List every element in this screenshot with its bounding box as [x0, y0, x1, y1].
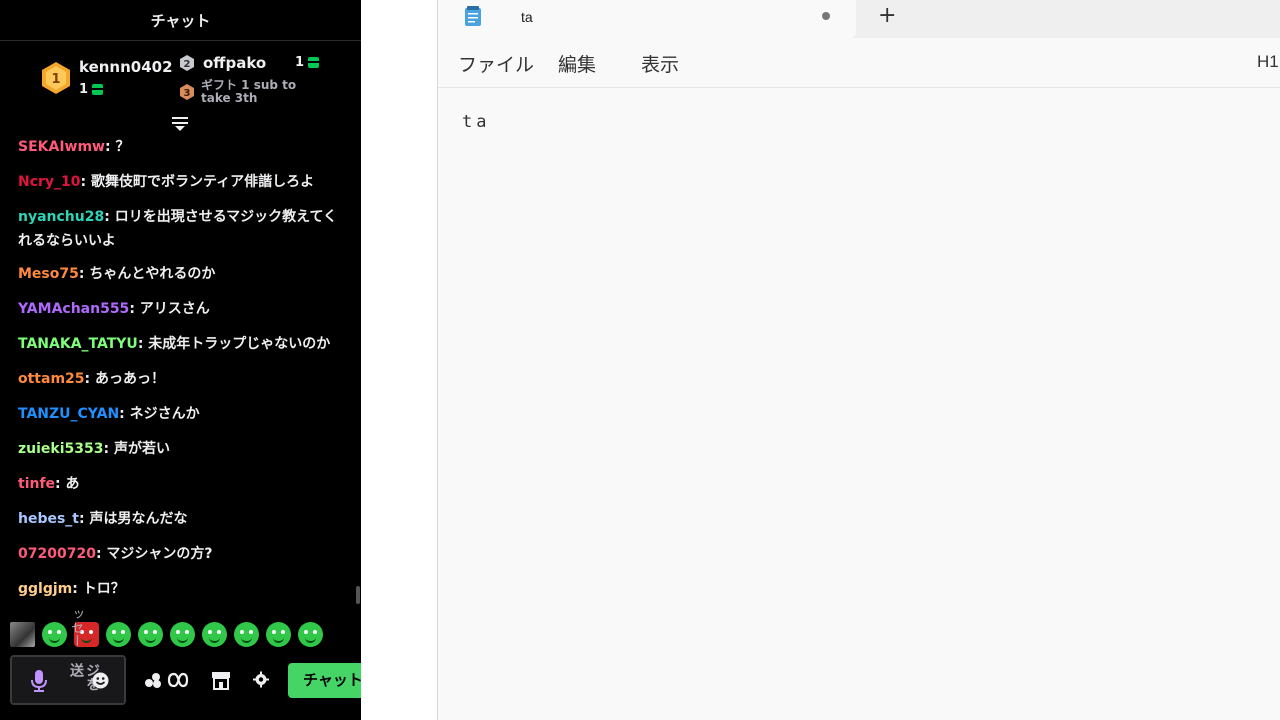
new-tab-button[interactable]: + — [878, 3, 896, 28]
notepad-window: ta + ファイル 編集 表示 H1 ta — [437, 0, 1280, 720]
notepad-file-icon — [465, 6, 481, 26]
chat-header: チャット — [0, 0, 361, 41]
text-editor[interactable]: ta — [462, 112, 490, 132]
chat-username[interactable]: zuieki5353 — [18, 441, 103, 457]
chat-username[interactable]: Meso75 — [18, 266, 79, 282]
leaderboard-second-name[interactable]: offpako — [203, 54, 266, 72]
chat-username[interactable]: gglgjm — [18, 581, 72, 597]
emote-green-face-icon[interactable] — [106, 621, 131, 647]
emote-green-face-icon[interactable] — [42, 621, 67, 647]
chat-message-text: : アリスさん — [129, 301, 210, 317]
chat-username[interactable]: TANZU_CYAN — [18, 406, 119, 422]
emote-photo-icon[interactable] — [10, 621, 35, 647]
tab-title: ta — [521, 9, 533, 25]
leaderboard-second-count: 1 — [295, 55, 320, 70]
chat-message: tinfe: あ — [18, 472, 348, 496]
chat-message: SEKAIwmw: ？ — [18, 135, 348, 159]
emote-green-face-icon[interactable] — [138, 621, 163, 647]
leaderboard-first-name[interactable]: kennn0402 — [79, 58, 173, 76]
tab-document[interactable]: ta — [438, 0, 856, 38]
chat-panel: チャット 1 kennn0402 1 2 offpako 1 3 ギフト 1 s… — [0, 0, 361, 720]
menu-file[interactable]: ファイル — [458, 50, 534, 77]
chat-message-text: : 歌舞伎町でボランティア俳諧しろよ — [80, 174, 315, 190]
emote-green-face-icon[interactable] — [234, 621, 259, 647]
heading-format-button[interactable]: H1 — [1257, 52, 1279, 72]
rank-first-badge-icon: 1 — [42, 62, 70, 94]
leaderboard-first-count-value: 1 — [79, 82, 89, 97]
chat-message: YAMAchan555: アリスさん — [18, 297, 348, 321]
chat-message-text: : 声が若い — [103, 441, 170, 457]
chat-title: チャット — [150, 11, 211, 30]
rank-third-badge-icon: 3 — [180, 84, 194, 100]
rank-second-number: 2 — [184, 59, 191, 70]
microphone-icon[interactable] — [30, 669, 48, 693]
chat-message: hebes_t: 声は男なんだな — [18, 507, 348, 531]
gear-icon[interactable] — [253, 671, 269, 688]
chat-message-text: : 未成年トラップじゃないのか — [137, 336, 331, 352]
chat-username[interactable]: nyanchu28 — [18, 209, 104, 225]
chat-message-text: : トロ？ — [72, 581, 125, 597]
chat-username[interactable]: ottam25 — [18, 371, 85, 387]
chat-username[interactable]: SEKAIwmw — [18, 139, 105, 155]
chat-message: Ncry_10: 歌舞伎町でボランティア俳諧しろよ — [18, 170, 348, 194]
tab-bar: ta + — [438, 0, 1280, 38]
emote-green-face-icon[interactable] — [266, 621, 291, 647]
chat-message: zuieki5353: 声が若い — [18, 437, 348, 461]
chat-message-text: : あっあっ！ — [84, 371, 166, 387]
collapse-leaderboard-icon[interactable] — [171, 115, 189, 131]
chat-username[interactable]: 07200720 — [18, 546, 96, 562]
chat-message: 07200720: マジシャンの方? — [18, 542, 348, 566]
menu-edit[interactable]: 編集 — [558, 50, 596, 77]
chat-username[interactable]: Ncry_10 — [18, 174, 81, 190]
chat-message-text: : ちゃんとやれるのか — [78, 266, 216, 282]
emote-green-face-icon[interactable] — [298, 621, 323, 647]
channel-points-icon[interactable] — [143, 670, 189, 690]
chat-scrollbar[interactable] — [356, 586, 360, 604]
chat-message: nyanchu28: ロリを出現させるマジック教えてくれるならいいよ — [18, 205, 348, 253]
chat-message-text: : ？ — [105, 139, 130, 155]
chat-username[interactable]: hebes_t — [18, 511, 79, 527]
menu-view[interactable]: 表示 — [641, 50, 679, 77]
emote-picker-icon[interactable] — [92, 672, 109, 689]
gift-icon — [308, 57, 320, 68]
chat-message-text: : ネジさんか — [119, 406, 200, 422]
rank-second-badge-icon: 2 — [180, 55, 194, 71]
emote-green-face-icon[interactable] — [202, 621, 227, 647]
send-chat-button[interactable]: チャット — [288, 663, 361, 698]
chat-message: TANAKA_TATYU: 未成年トラップじゃないのか — [18, 332, 348, 356]
chat-message-text: : 声は男なんだな — [79, 511, 188, 527]
chat-input-overflow-text: ッセー — [68, 608, 83, 647]
chat-message: Meso75: ちゃんとやれるのか — [18, 262, 348, 286]
chat-message: gglgjm: トロ？ — [18, 577, 348, 601]
rank-third-number: 3 — [184, 88, 191, 99]
emote-green-face-icon[interactable] — [170, 621, 195, 647]
rank-first-number: 1 — [51, 72, 60, 87]
chat-input[interactable]: ジを送 — [10, 655, 126, 705]
emote-row — [10, 618, 323, 650]
chat-message: TANZU_CYAN: ネジさんか — [18, 402, 348, 426]
chat-message-text: : あ — [55, 476, 80, 492]
chat-username[interactable]: TANAKA_TATYU — [18, 336, 138, 352]
leaderboard-first-count: 1 — [79, 82, 104, 97]
store-icon[interactable] — [211, 671, 231, 690]
chat-message-text: : マジシャンの方? — [95, 546, 213, 562]
chat-username[interactable]: YAMAchan555 — [18, 301, 129, 317]
unsaved-indicator-icon[interactable] — [822, 12, 830, 20]
gift-icon — [92, 84, 104, 95]
leaderboard-third-gift-prompt[interactable]: ギフト 1 sub to take 3th — [201, 79, 311, 105]
chat-username[interactable]: tinfe — [18, 476, 55, 492]
leaderboard-second-count-value: 1 — [295, 55, 305, 70]
chat-message: ottam25: あっあっ！ — [18, 367, 348, 391]
menu-bar: ファイル 編集 表示 H1 — [438, 38, 1280, 88]
